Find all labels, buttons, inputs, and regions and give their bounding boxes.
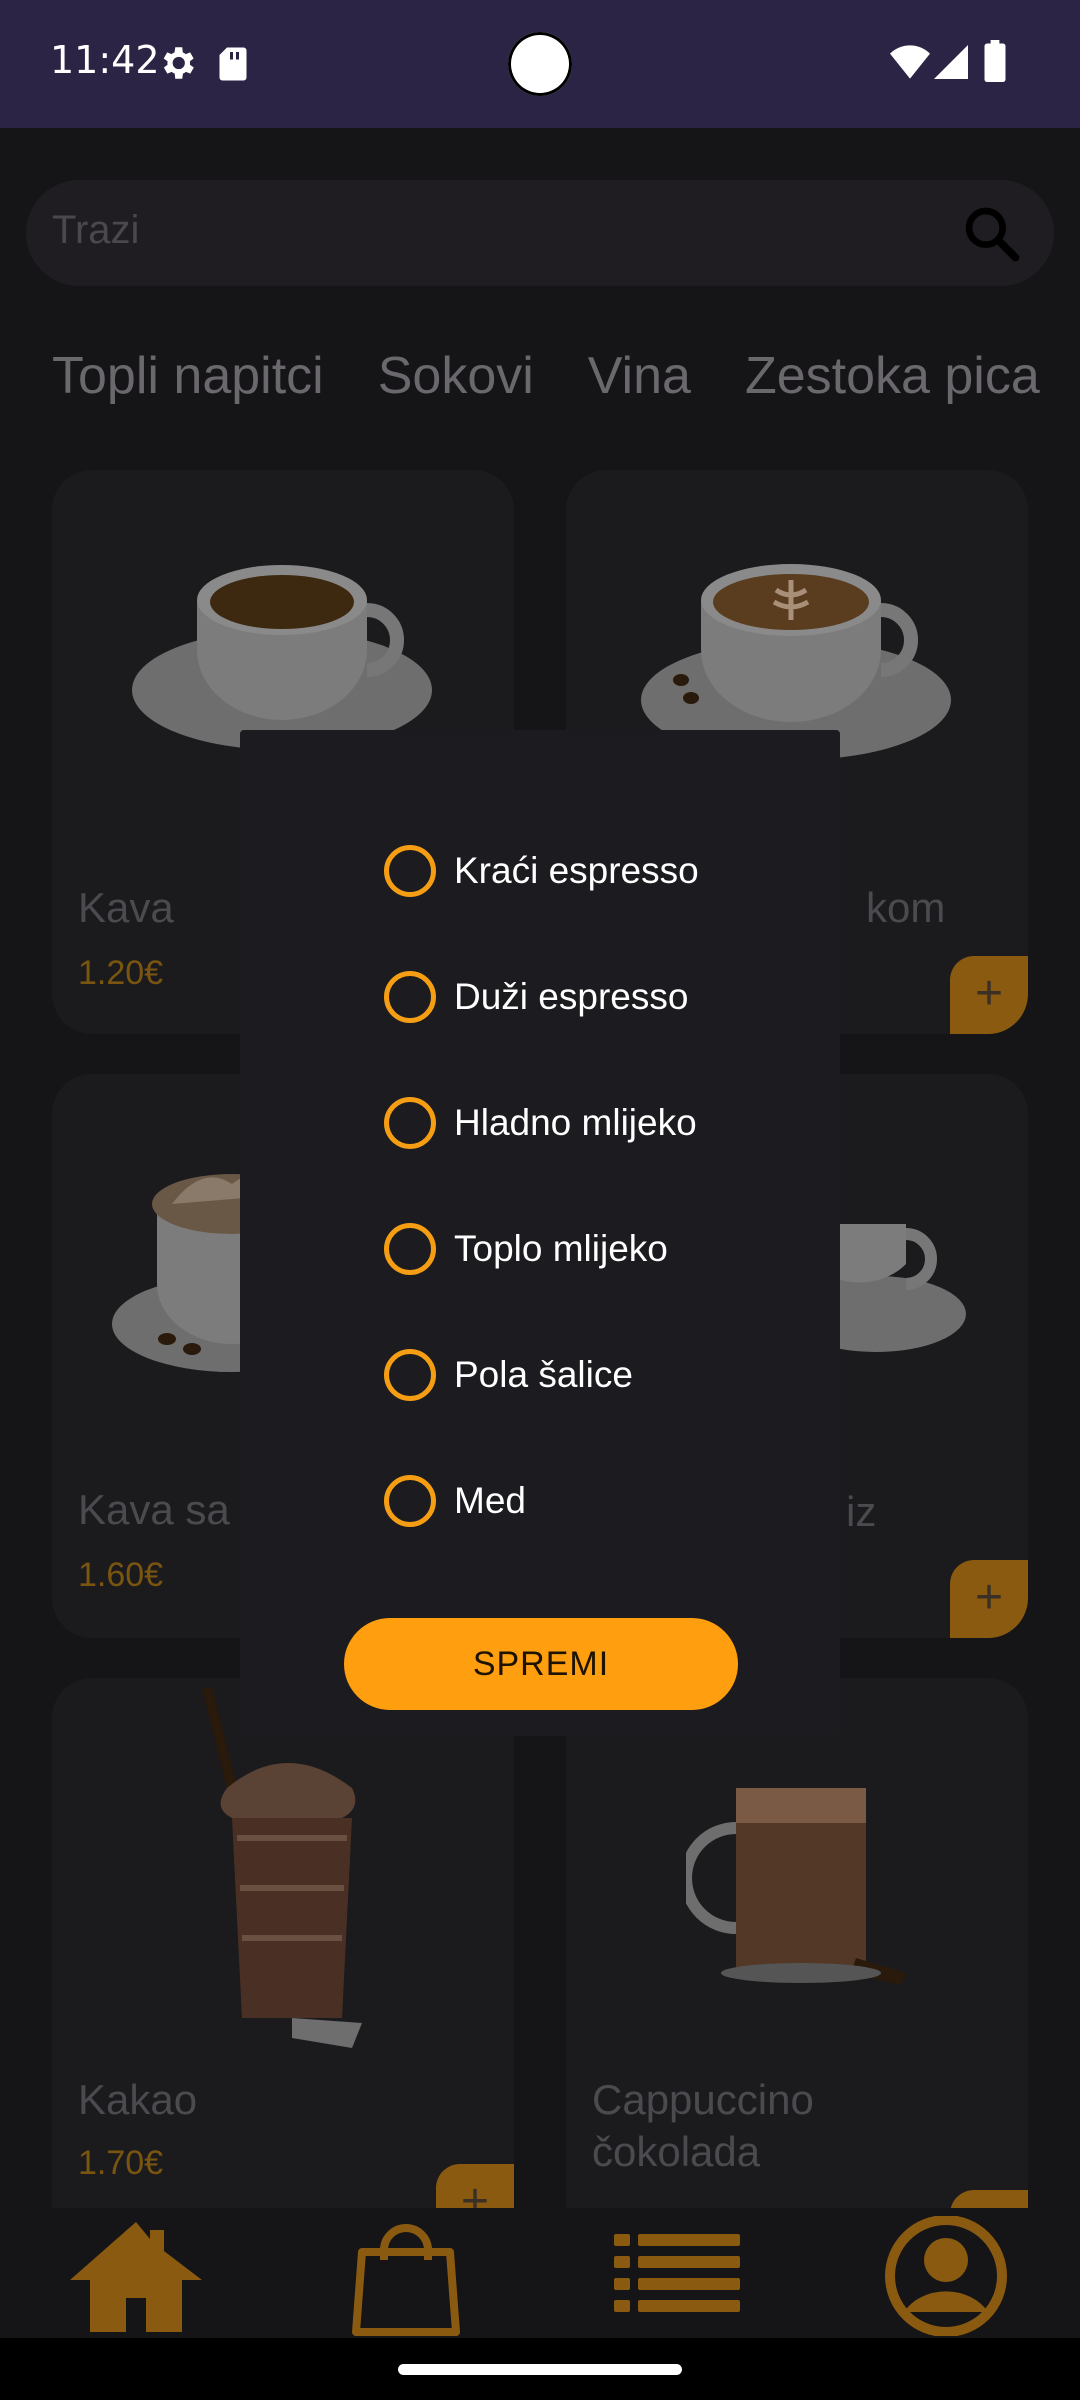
option-cold-milk[interactable]: Hladno mlijeko	[384, 1088, 697, 1158]
option-half-cup[interactable]: Pola šalice	[384, 1340, 633, 1410]
radio-button[interactable]	[384, 845, 436, 897]
gesture-handle[interactable]	[398, 2364, 682, 2375]
option-label: Toplo mlijeko	[454, 1228, 668, 1269]
option-longer-espresso[interactable]: Duži espresso	[384, 962, 688, 1032]
system-gesture-bar	[0, 2338, 1080, 2400]
radio-button[interactable]	[384, 1475, 436, 1527]
battery-icon	[984, 40, 1006, 82]
coffee-options-dialog: Kraći espresso Duži espresso Hladno mlij…	[240, 730, 840, 1736]
status-bar: 11:42	[0, 0, 1080, 128]
option-warm-milk[interactable]: Toplo mlijeko	[384, 1214, 668, 1284]
option-label: Pola šalice	[454, 1354, 633, 1395]
option-label: Med	[454, 1480, 526, 1521]
option-label: Duži espresso	[454, 976, 689, 1017]
home-icon[interactable]	[66, 2216, 206, 2336]
camera-cutout	[508, 32, 572, 96]
option-label: Hladno mlijeko	[454, 1102, 697, 1143]
option-shorter-espresso[interactable]: Kraći espresso	[384, 836, 699, 906]
radio-button[interactable]	[384, 1097, 436, 1149]
wifi-icon	[890, 45, 930, 79]
list-icon[interactable]	[606, 2216, 746, 2336]
radio-button[interactable]	[384, 971, 436, 1023]
option-honey[interactable]: Med	[384, 1466, 526, 1536]
status-time: 11:42	[50, 38, 160, 82]
option-label: Kraći espresso	[454, 850, 699, 891]
account-icon[interactable]	[876, 2216, 1016, 2336]
signal-icon	[934, 45, 968, 79]
radio-button[interactable]	[384, 1223, 436, 1275]
shopping-bag-icon[interactable]	[336, 2216, 476, 2336]
settings-gear-icon	[163, 47, 194, 79]
save-button[interactable]: SPREMI	[344, 1618, 738, 1710]
bottom-navigation	[0, 2208, 1080, 2338]
sd-card-icon	[219, 47, 247, 81]
radio-button[interactable]	[384, 1349, 436, 1401]
